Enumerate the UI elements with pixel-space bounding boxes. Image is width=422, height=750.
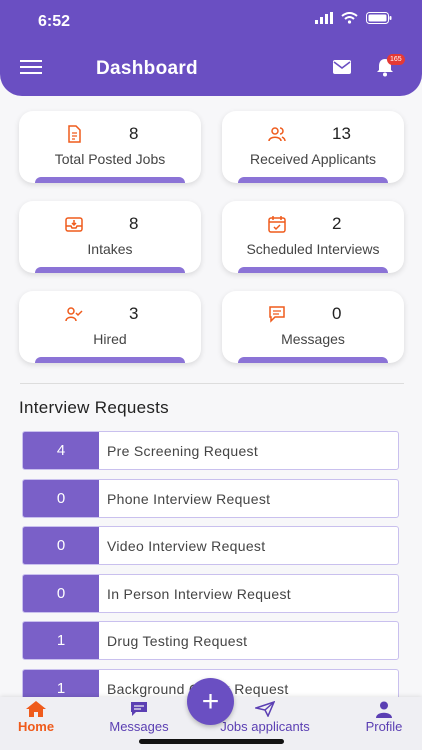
send-icon [255, 701, 275, 717]
interview-requests-title: Interview Requests [19, 398, 169, 417]
users-icon [268, 127, 286, 142]
document-icon [68, 125, 81, 143]
card-count: 8 [129, 124, 139, 143]
nav-messages-label: Messages [109, 719, 169, 734]
card-bar [35, 177, 185, 183]
card-bar [35, 267, 185, 273]
page-title: Dashboard [96, 58, 198, 79]
calendar-check-icon [268, 216, 286, 233]
wifi-icon [341, 12, 358, 24]
card-received-applicants[interactable]: 13 Received Applicants [222, 111, 404, 183]
card-count: 13 [332, 124, 351, 143]
menu-icon[interactable] [20, 60, 42, 76]
section-divider [20, 383, 404, 384]
request-label: Drug Testing Request [107, 632, 248, 649]
card-count: 2 [332, 214, 342, 233]
home-icon [26, 701, 46, 717]
add-button[interactable]: + [187, 678, 234, 725]
request-label: In Person Interview Request [107, 585, 291, 602]
user-check-icon [65, 307, 83, 322]
card-hired[interactable]: 3 Hired [19, 291, 201, 363]
person-icon [376, 701, 392, 718]
card-bar [238, 177, 388, 183]
card-label: Hired [93, 331, 127, 347]
status-time: 6:52 [38, 13, 71, 30]
card-label: Received Applicants [249, 151, 377, 167]
app-header: 6:52 Dashboard 165 [0, 0, 422, 96]
request-label: Pre Screening Request [107, 442, 259, 459]
card-bar [238, 357, 388, 363]
status-icons [315, 12, 392, 24]
card-total-posted-jobs[interactable]: 8 Total Posted Jobs [19, 111, 201, 183]
card-bar [35, 357, 185, 363]
request-row-in-person-interview[interactable]: 0 In Person Interview Request [22, 574, 399, 613]
request-count: 0 [23, 480, 99, 517]
nav-profile-label: Profile [365, 719, 403, 734]
request-count: 0 [23, 575, 99, 612]
card-count: 0 [332, 304, 342, 323]
battery-icon [366, 12, 392, 24]
request-row-pre-screening[interactable]: 4 Pre Screening Request [22, 431, 399, 470]
chat-icon [131, 702, 147, 716]
request-row-phone-interview[interactable]: 0 Phone Interview Request [22, 479, 399, 518]
request-count: 0 [23, 527, 99, 564]
signal-icon [315, 12, 333, 24]
mail-icon[interactable] [333, 60, 351, 79]
inbox-icon [65, 217, 83, 232]
request-row-drug-testing[interactable]: 1 Drug Testing Request [22, 621, 399, 660]
card-count: 8 [129, 214, 139, 233]
request-count: 4 [23, 432, 99, 469]
home-indicator [139, 739, 284, 744]
nav-home-label: Home [17, 719, 55, 734]
request-label: Video Interview Request [107, 537, 266, 554]
card-messages[interactable]: 0 Messages [222, 291, 404, 363]
nav-home[interactable]: Home [14, 701, 58, 734]
nav-profile[interactable]: Profile [362, 701, 406, 734]
notification-badge: 165 [387, 54, 405, 65]
nav-jobs-applicants-label: Jobs applicants [220, 719, 310, 734]
card-label: Total Posted Jobs [54, 151, 166, 167]
card-count: 3 [129, 304, 139, 323]
card-intakes[interactable]: 8 Intakes [19, 201, 201, 273]
card-label: Messages [281, 331, 345, 347]
nav-messages[interactable]: Messages [106, 701, 172, 734]
request-count: 1 [23, 622, 99, 659]
card-scheduled-interviews[interactable]: 2 Scheduled Interviews [222, 201, 404, 273]
request-row-video-interview[interactable]: 0 Video Interview Request [22, 526, 399, 565]
message-icon [269, 306, 285, 323]
card-label: Intakes [87, 241, 133, 257]
request-label: Phone Interview Request [107, 490, 271, 507]
card-label: Scheduled Interviews [246, 241, 380, 257]
card-bar [238, 267, 388, 273]
